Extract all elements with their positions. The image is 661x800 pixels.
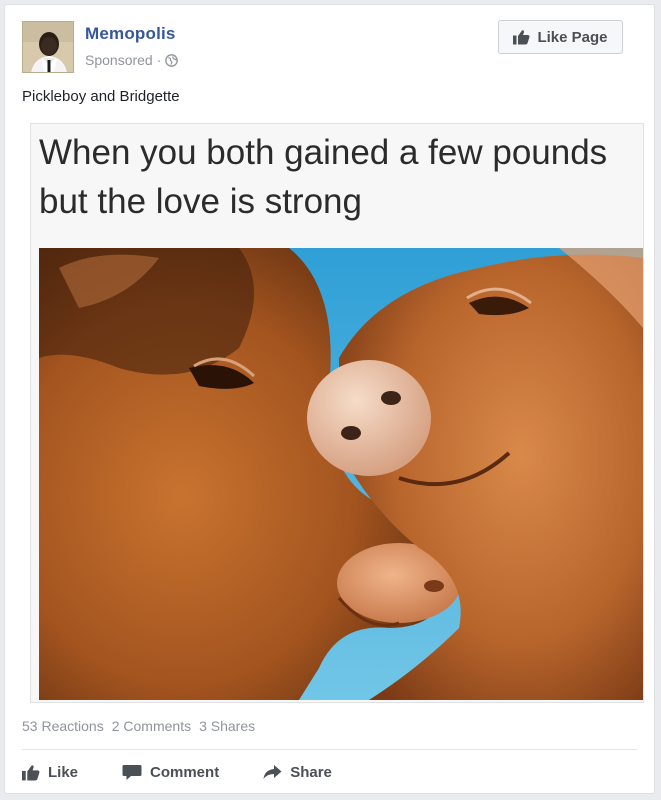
- sponsored-row: Sponsored ·: [85, 52, 179, 68]
- meme-photo-pigs: [39, 248, 643, 700]
- globe-icon[interactable]: [165, 53, 179, 67]
- separator-dot: ·: [156, 52, 162, 68]
- shares-count[interactable]: 3 Shares: [199, 718, 255, 734]
- post-text: Pickleboy and Bridgette: [22, 88, 180, 105]
- reactions-count[interactable]: 53 Reactions: [22, 718, 104, 734]
- like-page-button[interactable]: Like Page: [498, 20, 623, 54]
- comment-label: Comment: [150, 763, 220, 781]
- thumbs-up-icon: [513, 30, 530, 45]
- comment-icon: [122, 764, 142, 780]
- comments-count[interactable]: 2 Comments: [112, 718, 191, 734]
- thumbs-up-icon: [22, 764, 40, 780]
- action-divider: [22, 749, 637, 750]
- meme-image[interactable]: When you both gained a few pounds but th…: [30, 123, 644, 703]
- meme-caption: When you both gained a few pounds but th…: [39, 133, 608, 221]
- page-avatar[interactable]: [22, 21, 74, 73]
- avatar-image: [23, 22, 73, 72]
- post-actions: Like Comment Share: [22, 757, 376, 787]
- page-name-link[interactable]: Memopolis: [85, 24, 176, 44]
- sponsored-label[interactable]: Sponsored: [85, 52, 153, 68]
- share-button[interactable]: Share: [263, 764, 332, 781]
- comment-button[interactable]: Comment: [122, 764, 219, 781]
- sponsored-post-card: Memopolis Sponsored · Like Page Picklebo…: [4, 4, 655, 794]
- share-label: Share: [290, 763, 332, 781]
- share-arrow-icon: [263, 765, 282, 779]
- like-button[interactable]: Like: [22, 764, 78, 781]
- engagement-stats: 53 Reactions 2 Comments 3 Shares: [22, 718, 255, 734]
- like-label: Like: [48, 763, 79, 781]
- like-page-label: Like Page: [537, 28, 608, 46]
